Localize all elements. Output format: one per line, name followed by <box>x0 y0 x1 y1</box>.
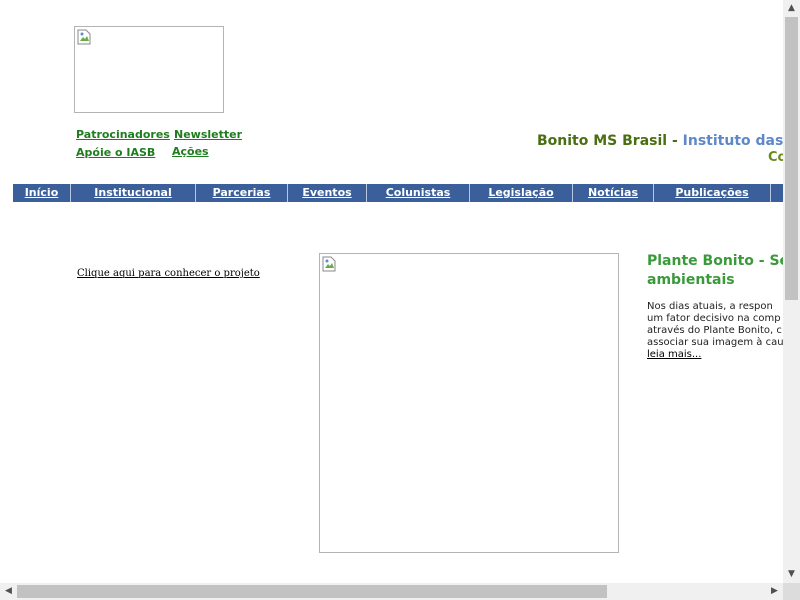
link-apoie[interactable]: Apóie o IASB <box>76 146 155 159</box>
link-acoes[interactable]: Ações <box>172 145 209 158</box>
feature-title-text: Plante Bonito - Sej ambientais <box>647 253 783 288</box>
page-viewport: Patrocinadores Newsletter Apóie o IASB A… <box>0 0 783 583</box>
link-patrocinadores[interactable]: Patrocinadores <box>76 128 170 141</box>
broken-image-icon <box>77 29 91 45</box>
nav-item-inicio[interactable]: Início <box>13 184 71 202</box>
scroll-right-arrow-icon[interactable]: ▶ <box>766 583 783 600</box>
link-newsletter[interactable]: Newsletter <box>174 128 242 141</box>
vertical-scroll-thumb[interactable] <box>785 17 798 300</box>
site-subtitle: Co <box>768 150 783 165</box>
horizontal-scrollbar[interactable]: ◀ ▶ <box>0 583 783 600</box>
feature-text: Nos dias atuais, a respon um fator decis… <box>647 301 783 349</box>
feature-image[interactable] <box>319 253 619 553</box>
broken-image-icon <box>322 256 336 272</box>
site-title-dash: - <box>667 133 683 149</box>
vertical-scrollbar[interactable]: ▲ ▼ <box>783 0 800 583</box>
feature-text-line: associar sua imagem à cau <box>647 337 783 348</box>
nav-item-noticias[interactable]: Notícias <box>573 184 654 202</box>
scrollbar-corner <box>783 583 800 600</box>
scroll-up-arrow-icon[interactable]: ▲ <box>783 0 800 17</box>
feature-text-line: um fator decisivo na comp <box>647 313 781 324</box>
scroll-left-arrow-icon[interactable]: ◀ <box>0 583 17 600</box>
logo-image[interactable] <box>74 26 224 113</box>
nav-item-parcerias[interactable]: Parcerias <box>196 184 288 202</box>
feature-text-line: através do Plante Bonito, c <box>647 325 782 336</box>
read-more-link[interactable]: leia mais... <box>647 349 701 360</box>
site-title-main: Bonito MS Brasil <box>537 133 668 149</box>
feature-text-line: Nos dias atuais, a respon <box>647 301 773 312</box>
site-title-secondary: Instituto das Águ <box>682 133 783 149</box>
main-nav: Início Institucional Parcerias Eventos C… <box>13 184 783 202</box>
nav-item-eventos[interactable]: Eventos <box>288 184 367 202</box>
nav-item-institucional[interactable]: Institucional <box>71 184 196 202</box>
site-title: Bonito MS Brasil - Instituto das Águ <box>537 133 783 149</box>
feature-title: Plante Bonito - Sej ambientais <box>647 252 783 290</box>
project-link[interactable]: Clique aqui para conhecer o projeto <box>77 268 260 279</box>
nav-item-legislacao[interactable]: Legislação <box>470 184 573 202</box>
horizontal-scroll-thumb[interactable] <box>17 585 607 598</box>
scroll-down-arrow-icon[interactable]: ▼ <box>783 566 800 583</box>
nav-item-colunistas[interactable]: Colunistas <box>367 184 470 202</box>
nav-item-publicacoes[interactable]: Publicações <box>654 184 771 202</box>
